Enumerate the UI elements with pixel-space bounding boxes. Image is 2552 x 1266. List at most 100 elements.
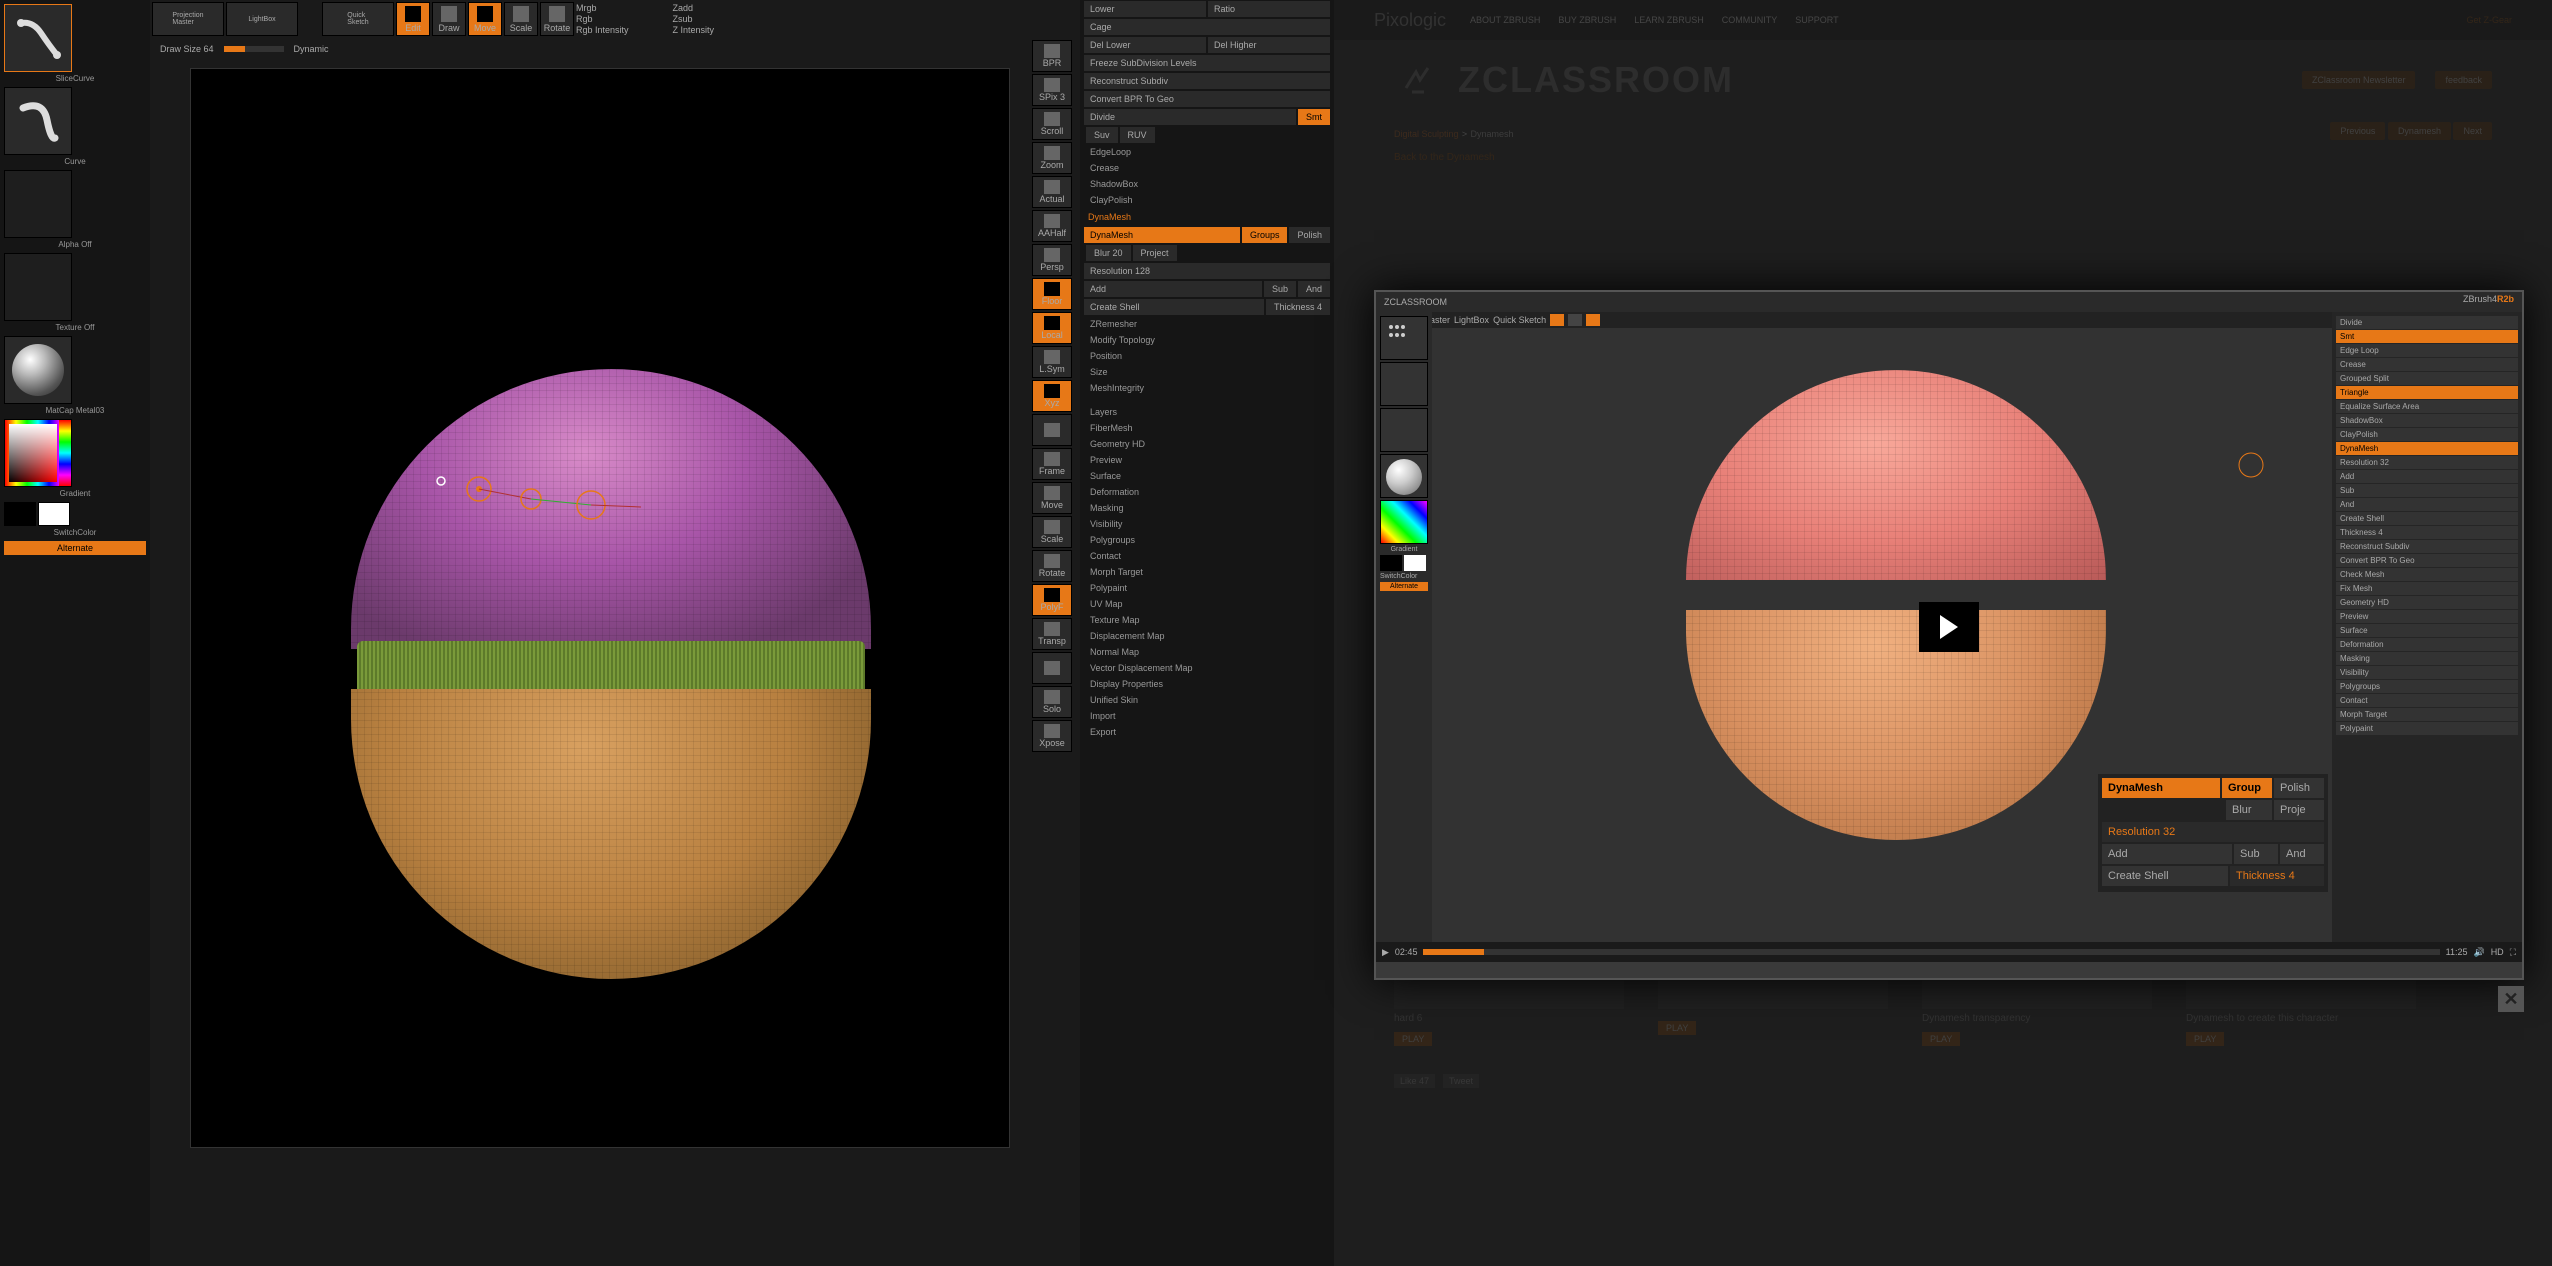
section-visibility[interactable]: Visibility	[1080, 516, 1334, 532]
move-button[interactable]: Move	[468, 2, 502, 36]
video-progress[interactable]	[1423, 949, 2439, 955]
projection-master-button[interactable]: Projection Master	[152, 2, 224, 36]
strip-xpose[interactable]: Xpose	[1032, 720, 1072, 752]
mesh-sphere[interactable]	[351, 369, 871, 889]
nav-learn-zbrush[interactable]: LEARN ZBRUSH	[1634, 15, 1704, 25]
section-geometry-hd[interactable]: Geometry HD	[1080, 436, 1334, 452]
video-close-button[interactable]: ✕	[2498, 986, 2524, 1012]
groups-button[interactable]: Groups	[1242, 227, 1288, 243]
section-displacement-map[interactable]: Displacement Map	[1080, 628, 1334, 644]
draw-size-slider[interactable]	[224, 46, 284, 52]
blur-slider[interactable]: Blur 20	[1086, 245, 1131, 261]
hd-icon[interactable]: HD	[2491, 947, 2504, 957]
smt-button[interactable]: Smt	[1298, 109, 1330, 125]
btn-reconstruct-subdiv[interactable]: Reconstruct Subdiv	[1084, 73, 1330, 89]
texture-slot[interactable]	[4, 253, 72, 321]
btn-freeze-subdivision-levels[interactable]: Freeze SubDivision Levels	[1084, 55, 1330, 71]
strip-l.sym[interactable]: L.Sym	[1032, 346, 1072, 378]
viewport[interactable]	[190, 68, 1010, 1148]
cart-link[interactable]: Get Z-Gear	[2466, 15, 2512, 25]
transpose-gizmo[interactable]	[431, 469, 671, 531]
item-size[interactable]: Size	[1080, 364, 1334, 380]
strip-move[interactable]: Move	[1032, 482, 1072, 514]
prev-button[interactable]: Previous	[2330, 122, 2385, 140]
item-edgeloop[interactable]: EdgeLoop	[1080, 144, 1334, 160]
strip-blank[interactable]	[1032, 652, 1072, 684]
btn-cage[interactable]: Cage	[1084, 19, 1330, 35]
btn-del-higher[interactable]: Del Higher	[1208, 37, 1330, 53]
strip-bpr[interactable]: BPR	[1032, 40, 1072, 72]
section-deformation[interactable]: Deformation	[1080, 484, 1334, 500]
item-shadowbox[interactable]: ShadowBox	[1080, 176, 1334, 192]
polish-button[interactable]: Polish	[1289, 227, 1330, 243]
color-picker[interactable]	[4, 419, 72, 487]
project-button[interactable]: Project	[1133, 245, 1177, 261]
material-slot[interactable]	[4, 336, 72, 404]
strip-actual[interactable]: Actual	[1032, 176, 1072, 208]
feedback-button[interactable]: feedback	[2435, 71, 2492, 89]
strip-scroll[interactable]: Scroll	[1032, 108, 1072, 140]
thickness-slider[interactable]: Thickness 4	[1266, 299, 1330, 315]
fb-like[interactable]: Like 47	[1394, 1074, 1435, 1088]
item-modify-topology[interactable]: Modify Topology	[1080, 332, 1334, 348]
quicksketch-button[interactable]: Quick Sketch	[322, 2, 394, 36]
section-polypaint[interactable]: Polypaint	[1080, 580, 1334, 596]
strip-local[interactable]: Local	[1032, 312, 1072, 344]
nav-buy-zbrush[interactable]: BUY ZBRUSH	[1558, 15, 1616, 25]
color-saturation[interactable]	[9, 424, 57, 482]
tweet[interactable]: Tweet	[1443, 1074, 1479, 1088]
section-display-properties[interactable]: Display Properties	[1080, 676, 1334, 692]
item-zremesher[interactable]: ZRemesher	[1080, 316, 1334, 332]
hue-strip[interactable]	[59, 420, 71, 486]
section-texture-map[interactable]: Texture Map	[1080, 612, 1334, 628]
rotate-button[interactable]: Rotate	[540, 2, 574, 36]
and-button[interactable]: And	[1298, 281, 1330, 297]
strip-zoom[interactable]: Zoom	[1032, 142, 1072, 174]
section-contact[interactable]: Contact	[1080, 548, 1334, 564]
crumb-category[interactable]: Digital Sculpting	[1394, 129, 1459, 139]
section-morph-target[interactable]: Morph Target	[1080, 564, 1334, 580]
volume-icon[interactable]: 🔊	[2473, 947, 2484, 958]
section-polygroups[interactable]: Polygroups	[1080, 532, 1334, 548]
add-button[interactable]: Add	[1084, 281, 1262, 297]
fullscreen-icon[interactable]: ⛶	[2510, 947, 2516, 958]
nav-about-zbrush[interactable]: ABOUT ZBRUSH	[1470, 15, 1540, 25]
btn-divide[interactable]: Divide	[1084, 109, 1296, 125]
swatch-black[interactable]	[4, 502, 36, 526]
dynamic-label[interactable]: Dynamic	[294, 44, 329, 54]
next-button[interactable]: Next	[2453, 122, 2492, 140]
stroke-curve[interactable]	[4, 87, 72, 155]
strip-polyf[interactable]: PolyF	[1032, 584, 1072, 616]
strip-frame[interactable]: Frame	[1032, 448, 1072, 480]
strip-spix 3[interactable]: SPix 3	[1032, 74, 1072, 106]
section-normal-map[interactable]: Normal Map	[1080, 644, 1334, 660]
btn-suv[interactable]: Suv	[1086, 127, 1118, 143]
section-masking[interactable]: Masking	[1080, 500, 1334, 516]
strip-aahalf[interactable]: AAHalf	[1032, 210, 1072, 242]
strip-solo[interactable]: Solo	[1032, 686, 1072, 718]
newsletter-button[interactable]: ZClassroom Newsletter	[2302, 71, 2416, 89]
create-shell-button[interactable]: Create Shell	[1084, 299, 1264, 315]
strip-rotate[interactable]: Rotate	[1032, 550, 1072, 582]
btn-lower[interactable]: Lower	[1084, 1, 1206, 17]
play-button[interactable]	[1919, 602, 1979, 652]
item-crease[interactable]: Crease	[1080, 160, 1334, 176]
draw-button[interactable]: Draw	[432, 2, 466, 36]
edit-button[interactable]: Edit	[396, 2, 430, 36]
switchcolor-label[interactable]: SwitchColor	[4, 528, 146, 537]
draw-size-readout[interactable]: Draw Size 64	[160, 44, 214, 54]
btn-convert-bpr-to-geo[interactable]: Convert BPR To Geo	[1084, 91, 1330, 107]
resolution-slider[interactable]: Resolution 128	[1084, 263, 1330, 279]
section-unified-skin[interactable]: Unified Skin	[1080, 692, 1334, 708]
section-surface[interactable]: Surface	[1080, 468, 1334, 484]
strip-scale[interactable]: Scale	[1032, 516, 1072, 548]
section-vector-displacement-map[interactable]: Vector Displacement Map	[1080, 660, 1334, 676]
btn-ratio[interactable]: Ratio	[1208, 1, 1330, 17]
alpha-slot[interactable]	[4, 170, 72, 238]
alternate-button[interactable]: Alternate	[4, 541, 146, 555]
nav-community[interactable]: COMMUNITY	[1722, 15, 1778, 25]
item-meshintegrity[interactable]: MeshIntegrity	[1080, 380, 1334, 396]
btn-ruv[interactable]: RUV	[1120, 127, 1155, 143]
section-preview[interactable]: Preview	[1080, 452, 1334, 468]
strip-blank[interactable]	[1032, 414, 1072, 446]
